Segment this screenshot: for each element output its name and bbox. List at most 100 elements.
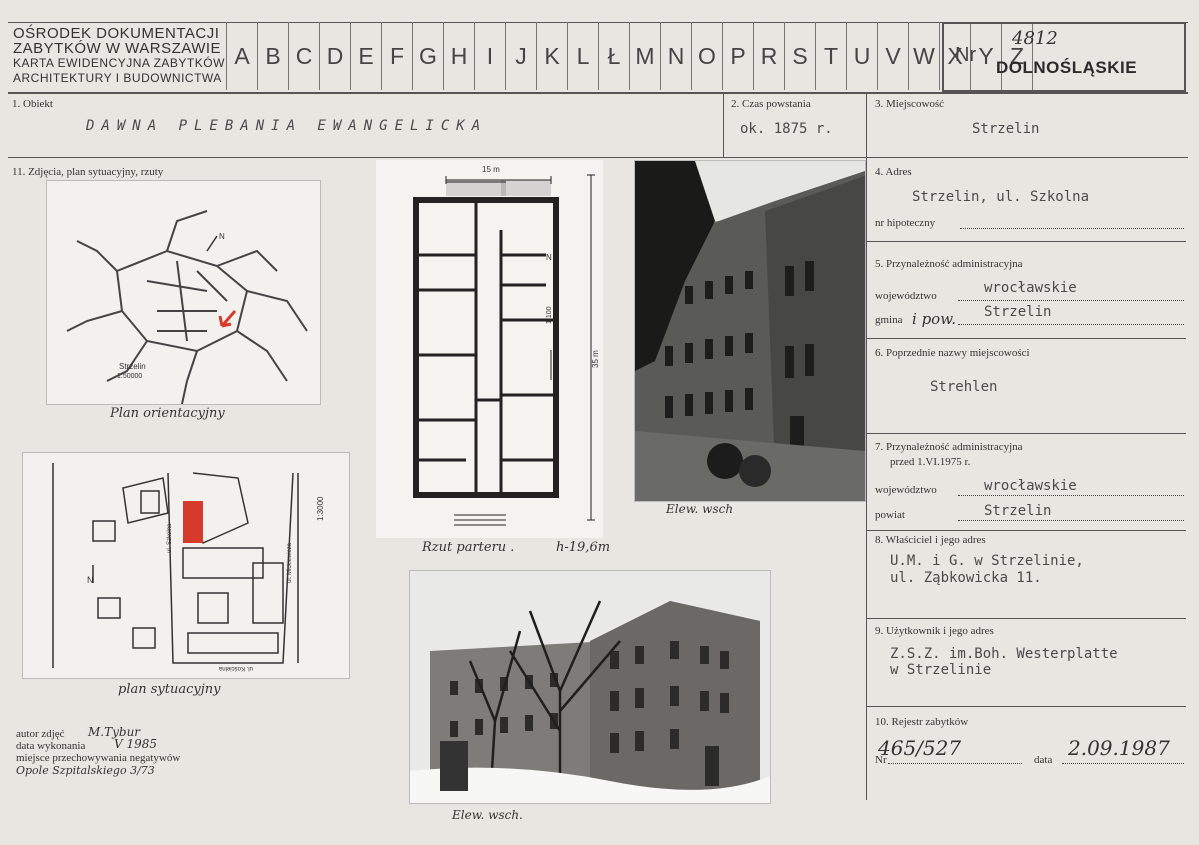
street-label-1: ul. Szkolna — [167, 523, 173, 553]
index-letter: R — [753, 22, 784, 90]
caption-elew-bottom: Elew. wsch. — [452, 808, 523, 822]
miejscowosc-label: 3. Miejscowość — [875, 98, 945, 110]
institution-line-4: ARCHITEKTURY I BUDOWNICTWA — [13, 71, 222, 85]
floorplan-length-label: 35 m — [591, 350, 600, 368]
adres-value: Strzelin, ul. Szkolna — [912, 189, 1090, 205]
caption-elew-top: Elew. wsch — [666, 502, 734, 516]
wlasciciel-line-2: ul. Ząbkowicka 11. — [890, 570, 1042, 586]
photos-section-label: 11. Zdjęcia, plan sytuacyjny, rzuty — [12, 166, 164, 178]
map-scale-label: 1:50000 — [117, 373, 142, 380]
wlasciciel-label: 8. Właściciel i jego adres — [875, 534, 986, 546]
gmina-label: gmina — [875, 314, 903, 326]
map-north-label: N — [219, 232, 225, 241]
floor-plan-svg: 15 m 35 m 1:100 N — [413, 165, 600, 526]
inventory-card: OŚRODEK DOKUMENTACJI ZABYTKÓW W WARSZAWI… — [0, 0, 1199, 845]
site-north-label: N — [87, 575, 94, 585]
data-wykonania-value: V 1985 — [114, 737, 158, 751]
woj-value: wrocławskie — [984, 280, 1077, 296]
czas-label: 2. Czas powstania — [731, 98, 811, 110]
index-letter: P — [722, 22, 753, 90]
rejestr-label: 10. Rejestr zabytków — [875, 716, 969, 728]
street-label-2: ul. Mickiewicza — [287, 542, 293, 583]
index-letter: G — [412, 22, 443, 90]
index-letter: O — [691, 22, 722, 90]
data-wykonania-label: data wykonania — [16, 740, 86, 752]
floorplan-scale-label: 1:100 — [546, 306, 553, 324]
index-letter: E — [350, 22, 381, 90]
index-letter: T — [815, 22, 846, 90]
orientation-map-svg: N Strzelin 1:50000 — [66, 210, 308, 405]
photo-bottom-svg — [410, 571, 770, 803]
index-letter: U — [846, 22, 877, 90]
woj-przed-label: województwo — [875, 484, 937, 496]
poprzednie-label: 6. Poprzednie nazwy miejscowości — [875, 347, 1030, 359]
przynaleznosc-label: 5. Przynależność administracyjna — [875, 258, 1023, 270]
institution-line-2: ZABYTKÓW W WARSZAWIE — [13, 40, 222, 57]
index-letter: L — [567, 22, 598, 90]
adres-label: 4. Adres — [875, 166, 912, 178]
orientation-map: N Strzelin 1:50000 — [46, 180, 321, 405]
poprzednie-value: Strehlen — [930, 379, 998, 395]
index-letter: S — [784, 22, 815, 90]
institution-line-1: OŚRODEK DOKUMENTACJI — [13, 25, 220, 42]
uzytkownik-label: 9. Użytkownik i jego adres — [875, 625, 994, 637]
autor-label: autor zdjęć — [16, 728, 65, 740]
czas-value: ok. 1875 r. — [740, 121, 833, 137]
site-scale-label: 1:3000 — [316, 496, 325, 521]
photo-top-svg — [635, 161, 865, 501]
uzytkownik-line-1: Z.S.Z. im.Boh. Westerplatte — [890, 646, 1118, 662]
index-letter: I — [474, 22, 505, 90]
institution-line-3: KARTA EWIDENCYJNA ZABYTKÓW — [13, 56, 225, 70]
hipoteczny-label: nr hipoteczny — [875, 217, 936, 229]
index-letter: D — [319, 22, 350, 90]
powiat-label: powiat — [875, 509, 905, 521]
miejsce-value: Opole Szpitalskiego 3/73 — [16, 764, 155, 777]
uzytkownik-line-2: w Strzelinie — [890, 662, 992, 678]
rejestr-data-label: data — [1034, 754, 1053, 766]
caption-rzut-h: h-19,6m — [556, 540, 611, 555]
site-plan: N 1:3000 ul. Szkolna ul. Mickiewicza ul.… — [22, 452, 350, 679]
floor-plan: 15 m 35 m 1:100 N — [376, 160, 603, 538]
rejestr-data-value: 2.09.1987 — [1068, 736, 1170, 760]
index-letter: N — [660, 22, 691, 90]
rejestr-nr-value: 465/527 — [878, 736, 962, 760]
caption-rzut: Rzut parteru . — [422, 540, 515, 555]
gmina-hand: i pow. — [912, 310, 957, 328]
index-letter: W — [908, 22, 939, 90]
index-letter: A — [226, 22, 257, 90]
index-letters: ABCDEFGHIJKLŁMNOPRSTUVWXYZ — [226, 22, 1033, 90]
street-label-3: ul. Kościelna — [218, 665, 253, 671]
index-letter: Ł — [598, 22, 629, 90]
index-letter: C — [288, 22, 319, 90]
index-letter: M — [629, 22, 660, 90]
caption-plan-orient: Plan orientacyjny — [110, 406, 225, 421]
site-plan-svg: N 1:3000 ul. Szkolna ul. Mickiewicza ul.… — [52, 463, 325, 671]
index-letter: V — [877, 22, 908, 90]
wlasciciel-line-1: U.M. i G. w Strzelinie, — [890, 553, 1084, 569]
gmina-value: Strzelin — [984, 304, 1052, 320]
przynaleznosc-przed-label2: przed 1.VI.1975 r. — [890, 456, 971, 468]
miejscowosc-value: Strzelin — [972, 121, 1040, 137]
photo-east-elevation-top — [634, 160, 866, 502]
index-letter: K — [536, 22, 567, 90]
woj-przed-value: wrocławskie — [984, 478, 1077, 494]
powiat-value: Strzelin — [984, 503, 1052, 519]
floorplan-width-label: 15 m — [482, 165, 500, 174]
woj-label: województwo — [875, 290, 937, 302]
obiekt-label: 1. Obiekt — [12, 98, 53, 110]
voivodeship-label: DOLNOŚLĄSKIE — [996, 58, 1138, 77]
index-letter: H — [443, 22, 474, 90]
przynaleznosc-przed-label: 7. Przynależność administracyjna — [875, 441, 1023, 453]
index-letter: J — [505, 22, 536, 90]
caption-plan-syt: plan sytuacyjny — [118, 682, 221, 697]
photo-east-elevation-bottom — [409, 570, 771, 804]
building-highlight — [183, 501, 203, 543]
miejsce-label: miejsce przechowywania negatywów — [16, 752, 181, 764]
institution-block: OŚRODEK DOKUMENTACJI ZABYTKÓW W WARSZAWI… — [13, 26, 225, 86]
obiekt-value: DAWNA PLEBANIA EWANGELICKA — [86, 118, 488, 134]
map-city-label: Strzelin — [119, 362, 146, 371]
voivodeship-box — [942, 22, 1186, 92]
floorplan-north-label: N — [546, 253, 552, 262]
index-letter: F — [381, 22, 412, 90]
index-letter: B — [257, 22, 288, 90]
